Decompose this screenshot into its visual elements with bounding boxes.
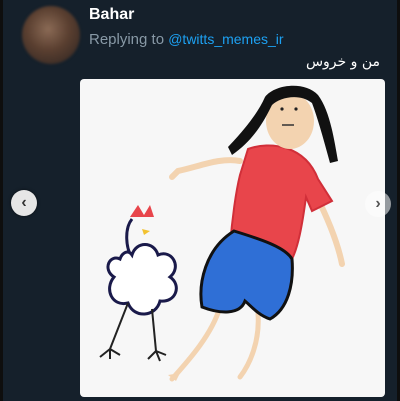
chevron-right-icon[interactable]: ›: [365, 191, 391, 217]
rooster-body: [106, 243, 178, 316]
rooster-beak: [142, 229, 150, 235]
author-name[interactable]: Bahar: [89, 6, 134, 24]
tweet-media-image[interactable]: [80, 79, 385, 397]
replying-to-line: Replying to @twitts_memes_ir: [89, 31, 284, 48]
girl-eye-left: [280, 107, 284, 111]
avatar[interactable]: [22, 6, 80, 64]
girl-eye-right: [294, 107, 298, 111]
rooster-left-leg: [99, 302, 129, 359]
reply-handle-link[interactable]: @twitts_memes_ir: [168, 31, 283, 47]
girl-left-arm: [169, 157, 243, 180]
drawing-illustration: [99, 85, 345, 382]
rooster-right-leg: [147, 308, 167, 362]
girl-left-leg: [169, 304, 223, 382]
rooster-comb: [130, 205, 154, 217]
chevron-left-icon[interactable]: ‹: [11, 190, 37, 216]
replying-label: Replying to: [89, 31, 165, 48]
girl-right-leg: [237, 311, 261, 380]
tweet-text: من و خروس: [305, 54, 380, 70]
